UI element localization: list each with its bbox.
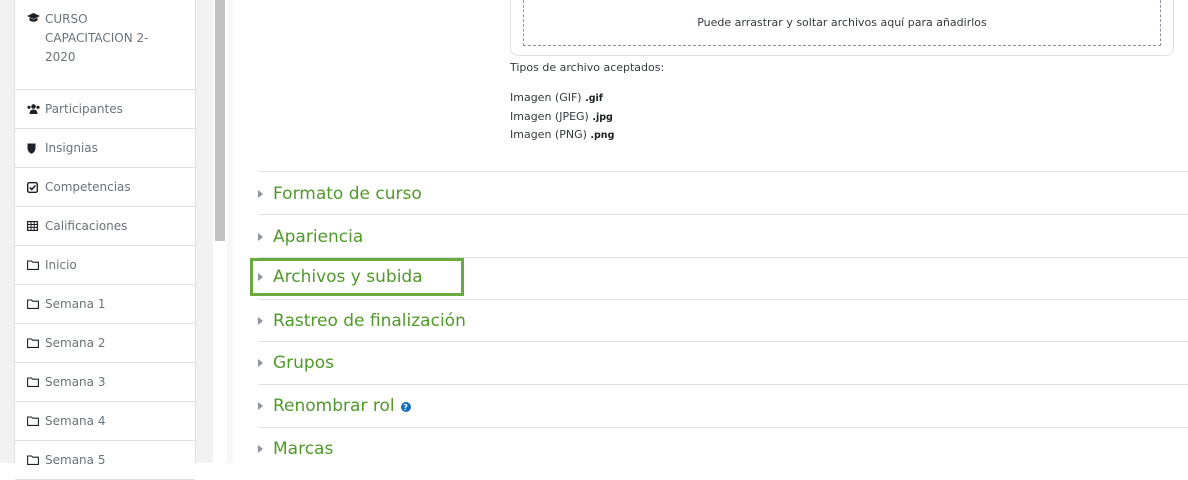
course-nav: CURSO CAPACITACION 2-2020 Participantes … [14, 0, 196, 480]
sidebar-item-label: Semana 5 [45, 453, 106, 467]
accepted-type-png: Imagen (PNG) .png [510, 128, 614, 141]
accepted-type-gif: Imagen (GIF) .gif [510, 91, 603, 104]
file-dropzone[interactable]: Puede arrastrar y soltar archivos aquí p… [510, 0, 1174, 56]
section-divider [258, 384, 1188, 385]
sidebar: CURSO CAPACITACION 2-2020 Participantes … [0, 0, 213, 480]
sidebar-item-competencies[interactable]: Competencias [15, 168, 195, 207]
sidebar-item-course[interactable]: CURSO CAPACITACION 2-2020 [15, 0, 195, 90]
section-divider [258, 299, 1188, 300]
sidebar-item-semana-1[interactable]: Semana 1 [15, 285, 195, 324]
section-apariencia[interactable]: Apariencia [258, 225, 363, 249]
dropzone-target[interactable]: Puede arrastrar y soltar archivos aquí p… [523, 0, 1161, 46]
sidebar-scroll-thumb[interactable] [215, 0, 225, 241]
type-extension: .jpg [592, 112, 613, 123]
graduation-cap-icon [27, 13, 43, 23]
section-label: Grupos [273, 353, 334, 373]
section-label: Rastreo de finalización [273, 311, 466, 331]
sidebar-item-semana-3[interactable]: Semana 3 [15, 363, 195, 402]
sidebar-item-badges[interactable]: Insignias [15, 129, 195, 168]
section-marcas[interactable]: Marcas [258, 437, 333, 461]
sidebar-item-semana-2[interactable]: Semana 2 [15, 324, 195, 363]
sidebar-item-label: Competencias [45, 180, 131, 194]
sidebar-item-label: Participantes [45, 102, 123, 116]
caret-right-icon [258, 445, 263, 453]
folder-icon [27, 260, 43, 270]
type-extension: .png [590, 130, 615, 141]
section-label: Marcas [273, 439, 334, 459]
type-name: Imagen (GIF) [510, 91, 582, 104]
content-rail [227, 0, 233, 463]
section-label: Renombrar rol [273, 396, 395, 416]
sidebar-item-participants[interactable]: Participantes [15, 90, 195, 129]
accepted-types-label: Tipos de archivo aceptados: [510, 61, 665, 74]
type-name: Imagen (JPEG) [510, 110, 589, 123]
sidebar-item-grades[interactable]: Calificaciones [15, 207, 195, 246]
caret-right-icon [258, 233, 263, 241]
users-icon [27, 104, 43, 114]
sidebar-item-semana-5[interactable]: Semana 5 [15, 441, 195, 480]
type-extension: .gif [585, 93, 603, 104]
folder-icon [27, 455, 43, 465]
section-divider [258, 341, 1188, 342]
section-divider [258, 214, 1188, 215]
type-name: Imagen (PNG) [510, 128, 587, 141]
caret-right-icon [258, 359, 263, 367]
sidebar-item-label: Insignias [45, 141, 98, 155]
folder-icon [27, 338, 43, 348]
caret-right-icon [258, 402, 263, 410]
question-circle-icon[interactable]: ? [400, 402, 411, 412]
section-formato-de-curso[interactable]: Formato de curso [258, 182, 422, 206]
highlight-box [250, 258, 464, 296]
shield-icon [27, 143, 43, 154]
folder-icon [27, 299, 43, 309]
section-label: Formato de curso [273, 184, 422, 204]
sidebar-item-semana-4[interactable]: Semana 4 [15, 402, 195, 441]
sidebar-item-label: Semana 3 [45, 375, 106, 389]
section-divider [258, 171, 1188, 172]
section-renombrar-rol[interactable]: Renombrar rol ? [258, 394, 411, 418]
caret-right-icon [258, 190, 263, 198]
section-grupos[interactable]: Grupos [258, 351, 334, 375]
sidebar-item-label: Semana 1 [45, 297, 106, 311]
section-label: Apariencia [273, 227, 364, 247]
check-square-icon [27, 181, 43, 193]
sidebar-item-label: Semana 4 [45, 414, 106, 428]
sidebar-item-label: Inicio [45, 258, 77, 272]
caret-right-icon [258, 317, 263, 325]
sidebar-item-label: Calificaciones [45, 219, 128, 233]
folder-icon [27, 377, 43, 387]
accepted-type-jpeg: Imagen (JPEG) .jpg [510, 110, 613, 123]
dropzone-text: Puede arrastrar y soltar archivos aquí p… [697, 16, 987, 29]
section-divider [258, 427, 1188, 428]
section-rastreo-de-finalizacion[interactable]: Rastreo de finalización [258, 309, 466, 333]
table-icon [27, 221, 43, 231]
sidebar-item-label: Semana 2 [45, 336, 106, 350]
sidebar-item-label: CURSO CAPACITACION 2-2020 [45, 12, 149, 64]
sidebar-item-inicio[interactable]: Inicio [15, 246, 195, 285]
folder-icon [27, 416, 43, 426]
